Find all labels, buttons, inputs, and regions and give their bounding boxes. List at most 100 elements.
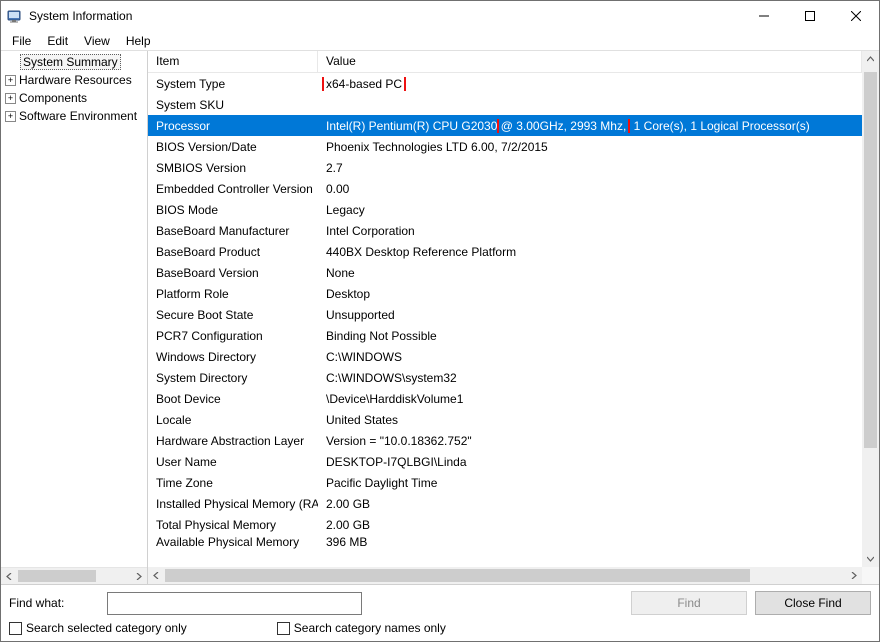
tree-item-label: Hardware Resources [19,73,132,87]
tree-list: System Summary + Hardware Resources + Co… [1,51,147,567]
menu-file[interactable]: File [5,33,38,49]
column-header-item[interactable]: Item [148,51,318,72]
table-row[interactable]: Available Physical Memory396 MB [148,535,862,550]
window-title: System Information [29,9,741,23]
table-row[interactable]: BaseBoard Product440BX Desktop Reference… [148,241,862,262]
checkbox-label: Search category names only [294,621,446,635]
table-row[interactable]: System DirectoryC:\WINDOWS\system32 [148,367,862,388]
expand-icon[interactable]: + [5,93,16,104]
close-button[interactable] [833,1,879,30]
cell-item: System Type [148,77,318,91]
tree-item-system-summary[interactable]: System Summary [1,53,147,71]
find-button[interactable]: Find [631,591,747,615]
table-row[interactable]: SMBIOS Version2.7 [148,157,862,178]
cell-value: 396 MB [318,535,862,549]
table-row[interactable]: Secure Boot StateUnsupported [148,304,862,325]
find-label: Find what: [9,596,99,610]
cell-item: BIOS Version/Date [148,140,318,154]
table-row[interactable]: System Typex64-based PC [148,73,862,94]
scroll-thumb[interactable] [18,570,96,582]
tree-item-components[interactable]: + Components [1,89,147,107]
scroll-left-icon[interactable] [1,568,18,584]
table-row[interactable]: Platform RoleDesktop [148,283,862,304]
checkbox-search-selected[interactable]: Search selected category only [9,621,187,635]
tree-item-hardware-resources[interactable]: + Hardware Resources [1,71,147,89]
checkbox-label: Search selected category only [26,621,187,635]
list-vertical-scrollbar[interactable] [862,51,879,567]
table-row[interactable]: BaseBoard VersionNone [148,262,862,283]
find-panel: Find what: Find Close Find Search select… [1,584,879,641]
highlight-box: @ 3.00GHz, 2993 Mhz, [497,119,631,133]
tree-item-software-environment[interactable]: + Software Environment [1,107,147,125]
table-row[interactable]: BIOS ModeLegacy [148,199,862,220]
table-row[interactable]: Installed Physical Memory (RAM)2.00 GB [148,493,862,514]
menu-view[interactable]: View [77,33,117,49]
cell-value: C:\WINDOWS [318,350,862,364]
table-row[interactable]: Total Physical Memory2.00 GB [148,514,862,535]
table-row[interactable]: ProcessorIntel(R) Pentium(R) CPU G2030 @… [148,115,862,136]
scroll-up-icon[interactable] [862,51,879,68]
menu-help[interactable]: Help [119,33,158,49]
scroll-thumb[interactable] [165,569,750,582]
scroll-right-icon[interactable] [845,567,862,584]
checkbox-search-names[interactable]: Search category names only [277,621,446,635]
table-row[interactable]: Embedded Controller Version0.00 [148,178,862,199]
cell-item: BaseBoard Product [148,245,318,259]
cell-value: Desktop [318,287,862,301]
cell-value: C:\WINDOWS\system32 [318,371,862,385]
cell-value: 2.7 [318,161,862,175]
cell-value: Pacific Daylight Time [318,476,862,490]
cell-item: Available Physical Memory [148,535,318,549]
menu-edit[interactable]: Edit [40,33,75,49]
tree-item-label: Components [19,91,87,105]
list-rows: System Typex64-based PC System SKU Process… [148,73,862,550]
scroll-down-icon[interactable] [862,550,879,567]
list-content: Item Value System Typex64-based PCSystem… [148,51,862,567]
table-row[interactable]: Hardware Abstraction LayerVersion = "10.… [148,430,862,451]
close-find-button[interactable]: Close Find [755,591,871,615]
maximize-button[interactable] [787,1,833,30]
list-header: Item Value [148,51,862,73]
table-row[interactable]: User NameDESKTOP-I7QLBGI\Linda [148,451,862,472]
scroll-right-icon[interactable] [130,568,147,584]
window-buttons [741,1,879,30]
find-row: Find what: Find Close Find [9,591,871,615]
table-row[interactable]: BaseBoard ManufacturerIntel Corporation [148,220,862,241]
scroll-track[interactable] [165,567,845,584]
scroll-thumb[interactable] [864,72,877,448]
table-row[interactable]: Windows DirectoryC:\WINDOWS [148,346,862,367]
cell-value: Unsupported [318,308,862,322]
table-row[interactable]: Time ZonePacific Daylight Time [148,472,862,493]
cell-value: \Device\HarddiskVolume1 [318,392,862,406]
cell-item: Installed Physical Memory (RAM) [148,497,318,511]
cell-item: BaseBoard Version [148,266,318,280]
cell-value: DESKTOP-I7QLBGI\Linda [318,455,862,469]
checkbox-icon [277,622,290,635]
cell-item: Embedded Controller Version [148,182,318,196]
check-row: Search selected category only Search cat… [9,621,871,635]
column-header-value[interactable]: Value [318,51,862,72]
scroll-left-icon[interactable] [148,567,165,584]
list-horizontal-scrollbar[interactable] [148,567,879,584]
tree-item-label: Software Environment [19,109,137,123]
table-row[interactable]: Boot Device\Device\HarddiskVolume1 [148,388,862,409]
table-row[interactable]: PCR7 ConfigurationBinding Not Possible [148,325,862,346]
tree-horizontal-scrollbar[interactable] [1,567,147,584]
table-row[interactable]: BIOS Version/DatePhoenix Technologies LT… [148,136,862,157]
scroll-track[interactable] [18,568,130,584]
table-row[interactable]: System SKU [148,94,862,115]
cell-item: System SKU [148,98,318,112]
minimize-button[interactable] [741,1,787,30]
checkbox-icon [9,622,22,635]
cell-value: Phoenix Technologies LTD 6.00, 7/2/2015 [318,140,862,154]
table-row[interactable]: LocaleUnited States [148,409,862,430]
expand-icon[interactable]: + [5,111,16,122]
cell-item: BaseBoard Manufacturer [148,224,318,238]
expand-icon[interactable]: + [5,75,16,86]
scroll-track[interactable] [862,68,879,550]
cell-item: PCR7 Configuration [148,329,318,343]
window: System Information File Edit View Help [0,0,880,642]
cell-item: Locale [148,413,318,427]
cell-item: System Directory [148,371,318,385]
find-input[interactable] [107,592,362,615]
